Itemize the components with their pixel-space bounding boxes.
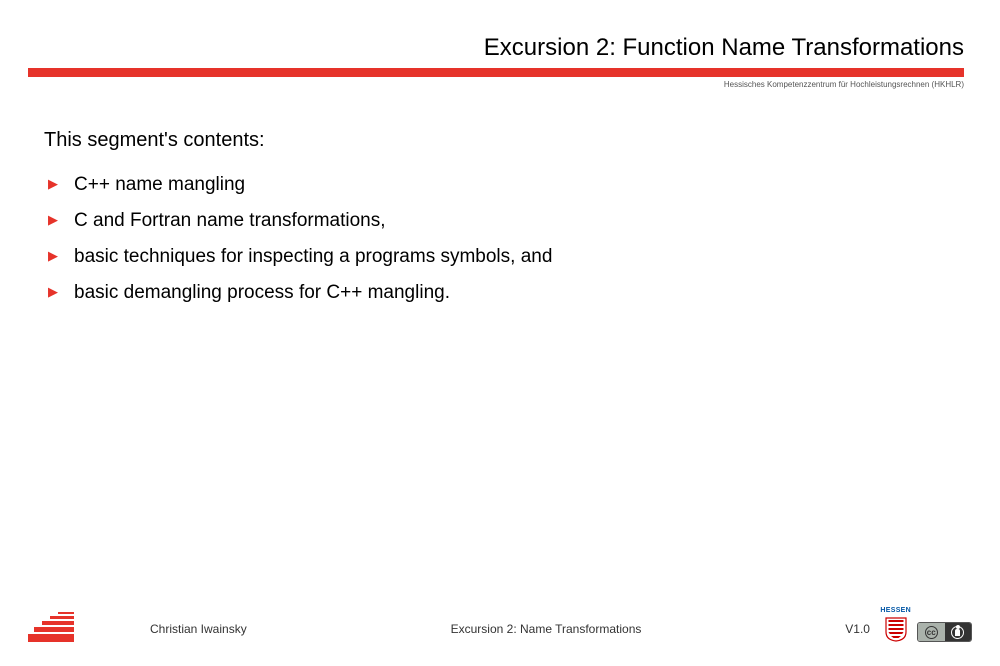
intro-text: This segment's contents:: [44, 129, 1000, 152]
slide-footer: Christian Iwainsky Excursion 2: Name Tra…: [0, 592, 1000, 642]
slide-header: Excursion 2: Function Name Transformatio…: [0, 0, 1000, 89]
bullet-item: basic demangling process for C++ manglin…: [74, 282, 1000, 304]
footer-badges: HESSEN cc: [880, 607, 972, 642]
footer-text-row: Christian Iwainsky Excursion 2: Name Tra…: [150, 622, 870, 636]
bullet-list: C++ name mangling C and Fortran name tra…: [44, 174, 1000, 304]
bullet-item: C++ name mangling: [74, 174, 1000, 196]
bullet-item: C and Fortran name transformations,: [74, 210, 1000, 232]
hessen-badge: HESSEN: [880, 607, 911, 642]
cc-logo-icon: cc: [918, 623, 945, 641]
footer-version: V1.0: [845, 622, 870, 636]
bullet-item: basic techniques for inspecting a progra…: [74, 246, 1000, 268]
slide-subtitle: Hessisches Kompetenzzentrum für Hochleis…: [0, 80, 1000, 89]
footer-logo-icon: [28, 608, 74, 642]
cc-license-badge-icon: cc: [917, 622, 972, 642]
footer-center: Excursion 2: Name Transformations: [451, 622, 642, 636]
slide-title: Excursion 2: Function Name Transformatio…: [0, 34, 1000, 62]
hessen-label: HESSEN: [880, 607, 911, 614]
title-divider-bar: [28, 68, 964, 77]
footer-author: Christian Iwainsky: [150, 622, 247, 636]
slide-content: This segment's contents: C++ name mangli…: [0, 89, 1000, 304]
cc-by-icon: [945, 623, 972, 641]
hessen-shield-icon: [884, 616, 908, 642]
